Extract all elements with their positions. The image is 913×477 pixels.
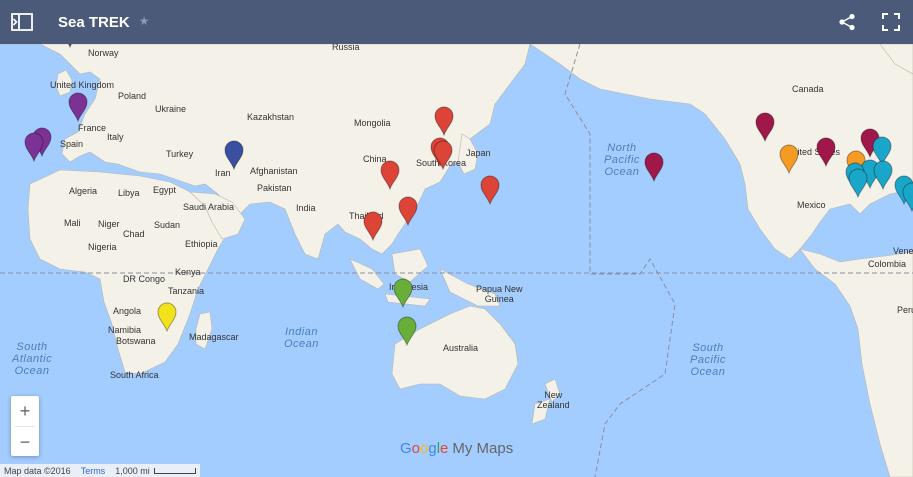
ocean-label-south-pacific: South Pacific Ocean [690,342,726,378]
google-my-maps-logo: Google My Maps [400,440,514,457]
zoom-out-button[interactable]: − [11,427,39,457]
map-pin-purple[interactable] [68,92,88,123]
country-label: Vene [893,246,913,256]
fullscreen-button[interactable] [869,0,913,44]
scale-label: 1,000 mi [115,466,196,476]
map-title: Sea TREK [58,13,130,31]
country-label: Mexico [797,200,826,210]
map-pin-red[interactable] [380,160,400,191]
country-label: Mongolia [354,118,391,128]
share-icon [839,13,855,31]
fullscreen-icon [882,13,900,31]
date-line [564,44,676,477]
country-label: India [296,203,316,213]
share-button[interactable] [825,0,869,44]
country-label: Algeria [69,186,98,196]
map-pin-orange[interactable] [779,144,799,175]
sidebar-toggle-button[interactable] [0,0,44,44]
land-masses [0,44,913,477]
map-pin-crimson[interactable] [816,137,836,168]
map-pin-yellow[interactable] [157,302,177,333]
map-data-attribution: Map data ©2016 [4,465,71,476]
country-label: Peru [897,305,913,315]
map-pin-green[interactable] [393,278,413,309]
country-label: Ukraine [155,104,187,114]
country-label: Sudan [154,220,181,230]
country-label: Angola [113,306,142,316]
terms-link[interactable]: Terms [81,466,106,476]
world-map [0,44,913,477]
country-label: Namibia [108,325,142,335]
country-label: Canada [792,84,824,94]
country-label: Turkey [166,149,194,159]
country-label: New Zealand [537,390,570,410]
country-label: Pakistan [257,183,292,193]
map-pin-red[interactable] [363,211,383,242]
country-label: Egypt [153,185,177,195]
app-header: Sea TREK ★ [0,0,913,44]
country-label: Kazakhstan [247,112,295,122]
map-pin-crimson[interactable] [644,152,664,183]
country-label: Madagascar [189,332,239,342]
map-canvas[interactable]: North Pacific Ocean South Pacific Ocean … [0,44,913,477]
country-label: South Africa [110,370,159,380]
country-label: Saudi Arabia [183,202,235,212]
country-label: Colombia [868,259,907,269]
map-pin-red[interactable] [434,106,454,137]
country-label: Niger [98,219,120,229]
map-footer: Map data ©2016 Terms 1,000 mi [0,464,200,477]
map-pin-teal[interactable] [902,182,913,213]
map-pin-purple[interactable] [24,132,44,163]
map-pin-red[interactable] [480,175,500,206]
map-pin-teal[interactable] [873,160,893,191]
country-label: Norway [88,48,119,58]
country-label: Afghanistan [250,166,298,176]
country-label: Spain [60,139,84,149]
ocean-label-south-atlantic: South Atlantic Ocean [12,341,53,377]
country-label: Papua New Guinea [476,284,523,304]
map-pin-crimson[interactable] [755,112,775,143]
country-label: Italy [107,132,124,142]
country-label: Libya [118,188,140,198]
country-label: France [78,123,107,133]
country-label: Chad [123,229,145,239]
map-pin-red[interactable] [433,140,453,171]
star-icon[interactable]: ★ [139,14,150,28]
country-label: DR Congo [123,274,166,284]
map-pin-red[interactable] [398,196,418,227]
country-label: Tanzania [168,286,205,296]
country-label: Ethiopia [185,239,218,249]
map-pin-purple[interactable] [60,44,80,49]
zoom-in-button[interactable]: + [11,396,39,426]
country-label: United Kingdom [50,80,115,90]
country-label: Russia [332,44,360,52]
country-label: Mali [64,218,81,228]
country-label: Nigeria [88,242,117,252]
sidebar-toggle-icon [11,13,33,31]
country-label: Australia [443,343,479,353]
map-pin-teal[interactable] [848,168,868,199]
ocean-label-north-pacific: North Pacific Ocean [604,142,640,178]
ocean-label-indian: Indian Ocean [284,326,319,350]
zoom-control: + − [11,396,39,456]
country-label: Japan [466,148,491,158]
country-label: Botswana [116,336,156,346]
map-pin-green[interactable] [397,316,417,347]
country-label: Kenya [175,267,201,277]
country-label: Poland [118,91,147,101]
map-pin-navy[interactable] [224,140,244,171]
